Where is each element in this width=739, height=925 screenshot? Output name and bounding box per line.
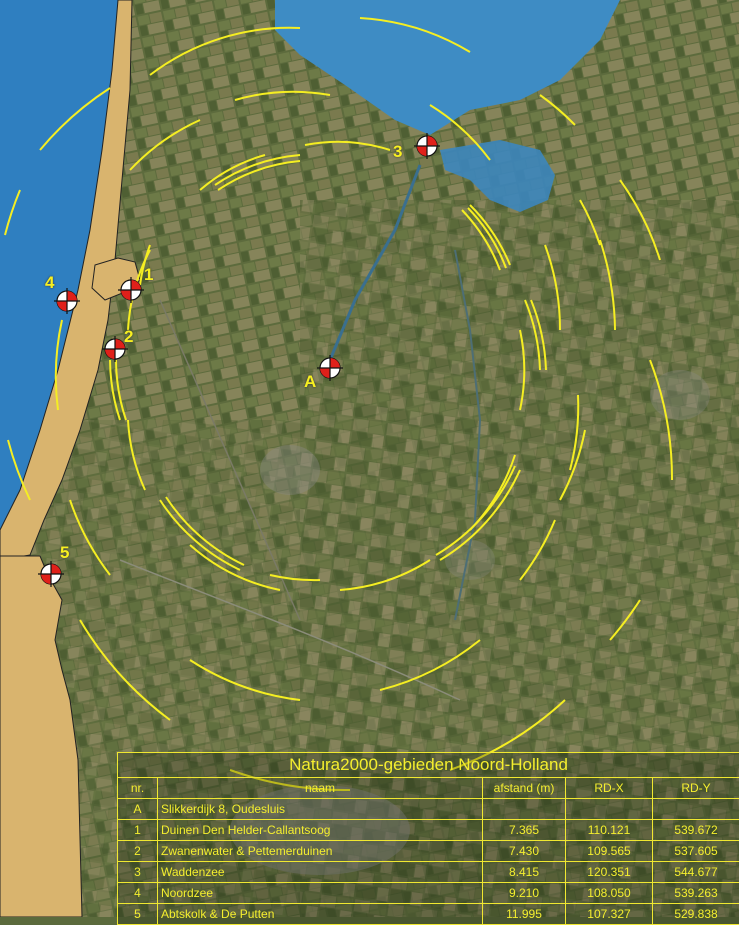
marker-label-3: 3 bbox=[393, 142, 402, 162]
cell-rdy: 539.672 bbox=[653, 820, 739, 841]
table-row: A Slikkerdijk 8, Oudesluis bbox=[118, 799, 739, 820]
cell-rdx bbox=[566, 799, 653, 820]
header-rdy: RD-Y bbox=[653, 778, 739, 799]
cell-naam: Waddenzee bbox=[158, 862, 483, 883]
header-rdx: RD-X bbox=[566, 778, 653, 799]
header-afstand: afstand (m) bbox=[483, 778, 566, 799]
cell-rdx: 110.121 bbox=[566, 820, 653, 841]
table-header-row: nr. naam afstand (m) RD-X RD-Y bbox=[118, 778, 739, 799]
cell-rdx: 120.351 bbox=[566, 862, 653, 883]
cell-naam: Abtskolk & De Putten bbox=[158, 904, 483, 925]
cell-rdx: 109.565 bbox=[566, 841, 653, 862]
marker-label-2: 2 bbox=[124, 327, 133, 347]
cell-afstand bbox=[483, 799, 566, 820]
cell-naam: Zwanenwater & Pettemerduinen bbox=[158, 841, 483, 862]
cell-rdy: 539.263 bbox=[653, 883, 739, 904]
table-title: Natura2000-gebieden Noord-Holland bbox=[118, 753, 739, 778]
cell-nr: 1 bbox=[118, 820, 158, 841]
cell-afstand: 9.210 bbox=[483, 883, 566, 904]
cell-afstand: 7.430 bbox=[483, 841, 566, 862]
cell-rdy bbox=[653, 799, 739, 820]
table-row: 1 Duinen Den Helder-Callantsoog 7.365 11… bbox=[118, 820, 739, 841]
marker-label-4: 4 bbox=[45, 273, 54, 293]
cell-naam: Noordzee bbox=[158, 883, 483, 904]
cell-nr: 3 bbox=[118, 862, 158, 883]
cell-nr: 5 bbox=[118, 904, 158, 925]
cell-rdx: 108.050 bbox=[566, 883, 653, 904]
cell-rdy: 537.605 bbox=[653, 841, 739, 862]
marker-label-A: A bbox=[304, 372, 316, 392]
cell-rdx: 107.327 bbox=[566, 904, 653, 925]
cell-naam: Slikkerdijk 8, Oudesluis bbox=[158, 799, 483, 820]
cell-afstand: 7.365 bbox=[483, 820, 566, 841]
cell-afstand: 11.995 bbox=[483, 904, 566, 925]
marker-label-5: 5 bbox=[60, 543, 69, 563]
cell-nr: 4 bbox=[118, 883, 158, 904]
cell-naam: Duinen Den Helder-Callantsoog bbox=[158, 820, 483, 841]
cell-rdy: 529.838 bbox=[653, 904, 739, 925]
header-nr: nr. bbox=[118, 778, 158, 799]
table-row: 3 Waddenzee 8.415 120.351 544.677 bbox=[118, 862, 739, 883]
cell-rdy: 544.677 bbox=[653, 862, 739, 883]
cell-nr: A bbox=[118, 799, 158, 820]
header-naam: naam bbox=[158, 778, 483, 799]
table-row: 5 Abtskolk & De Putten 11.995 107.327 52… bbox=[118, 904, 739, 925]
table-row: 2 Zwanenwater & Pettemerduinen 7.430 109… bbox=[118, 841, 739, 862]
cell-nr: 2 bbox=[118, 841, 158, 862]
cell-afstand: 8.415 bbox=[483, 862, 566, 883]
marker-label-1: 1 bbox=[144, 265, 153, 285]
natura2000-table: Natura2000-gebieden Noord-Holland nr. na… bbox=[117, 752, 739, 925]
table-row: 4 Noordzee 9.210 108.050 539.263 bbox=[118, 883, 739, 904]
